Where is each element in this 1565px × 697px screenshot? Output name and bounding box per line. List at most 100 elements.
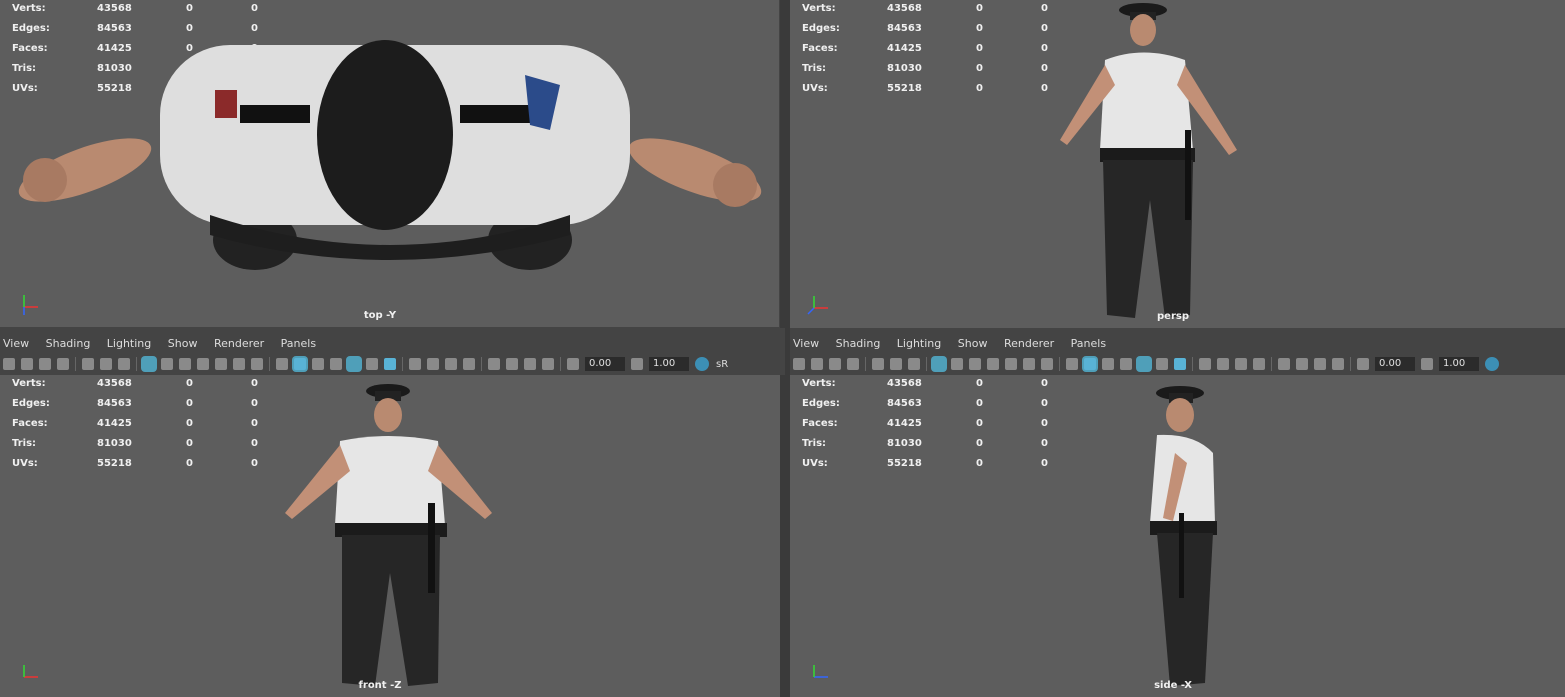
wireframe-on-shaded-icon[interactable]	[330, 358, 342, 370]
toolbar-separator	[560, 357, 561, 371]
camera-icon[interactable]	[3, 358, 15, 370]
default-material-icon[interactable]	[1102, 358, 1114, 370]
grid-icon[interactable]	[143, 358, 155, 370]
shadows-icon[interactable]	[384, 358, 396, 370]
menu-panels[interactable]: Panels	[1071, 337, 1106, 350]
field-chart-icon[interactable]	[1005, 358, 1017, 370]
image-plane-icon[interactable]	[847, 358, 859, 370]
depth-of-field-icon[interactable]	[463, 358, 475, 370]
smooth-shade-icon[interactable]	[294, 358, 306, 370]
stat-row-edges: Edges: 84563 0 0	[12, 398, 272, 418]
stat-label: Faces:	[802, 43, 838, 54]
image-plane-icon[interactable]	[57, 358, 69, 370]
character-model-side-view[interactable]	[1135, 383, 1225, 697]
stat-value: 0	[976, 378, 983, 389]
bookmark-icon[interactable]	[829, 358, 841, 370]
screen-space-ao-icon[interactable]	[409, 358, 421, 370]
stat-value: 0	[976, 63, 983, 74]
menu-shading[interactable]: Shading	[46, 337, 91, 350]
gamma-field[interactable]: 1.00	[1439, 357, 1479, 371]
smooth-shade-icon[interactable]	[1084, 358, 1096, 370]
menu-lighting[interactable]: Lighting	[897, 337, 941, 350]
gate-mask-icon[interactable]	[987, 358, 999, 370]
character-model-top-view[interactable]	[10, 35, 770, 285]
motion-blur-icon[interactable]	[427, 358, 439, 370]
grease-pencil-icon[interactable]	[872, 358, 884, 370]
resolution-gate-icon[interactable]	[969, 358, 981, 370]
wireframe-icon[interactable]	[276, 358, 288, 370]
motion-blur-icon[interactable]	[1217, 358, 1229, 370]
stat-value: 0	[251, 378, 258, 389]
color-management-icon[interactable]	[1485, 357, 1499, 371]
gate-mask-icon[interactable]	[197, 358, 209, 370]
wireframe-on-shaded-icon[interactable]	[1120, 358, 1132, 370]
xray-components-icon[interactable]	[542, 358, 554, 370]
xray-components-icon[interactable]	[1332, 358, 1344, 370]
view-transform-label[interactable]: sR	[716, 359, 728, 370]
menu-view[interactable]: View	[3, 337, 29, 350]
menu-view[interactable]: View	[793, 337, 819, 350]
exposure-icon[interactable]	[1357, 358, 1369, 370]
isolate-select-icon[interactable]	[1278, 358, 1290, 370]
shadows-icon[interactable]	[1174, 358, 1186, 370]
stat-row-tris: Tris:8103000	[802, 63, 1062, 83]
exposure-field[interactable]: 0.00	[1375, 357, 1415, 371]
viewport-persp[interactable]: Verts: 43568 0 0 Edges: 84563 0 0 Faces: 41425 0…	[790, 0, 1565, 328]
gamma-field[interactable]: 1.00	[649, 357, 689, 371]
xray-icon[interactable]	[1296, 358, 1308, 370]
wireframe-icon[interactable]	[1066, 358, 1078, 370]
camera-attributes-icon[interactable]	[21, 358, 33, 370]
xray-joints-icon[interactable]	[524, 358, 536, 370]
2d-pan-icon[interactable]	[118, 358, 130, 370]
anti-aliasing-icon[interactable]	[1235, 358, 1247, 370]
screen-space-ao-icon[interactable]	[1199, 358, 1211, 370]
menu-panels[interactable]: Panels	[281, 337, 316, 350]
safe-title-icon[interactable]	[251, 358, 263, 370]
resolution-gate-icon[interactable]	[179, 358, 191, 370]
viewport-front[interactable]: Verts: 43568 0 0 Edges: 84563 0 0 Faces: 41425 0…	[0, 375, 780, 697]
character-model-front-view[interactable]	[280, 383, 500, 697]
character-model-persp-view[interactable]	[1045, 0, 1265, 328]
menu-renderer[interactable]: Renderer	[1004, 337, 1054, 350]
film-gate-icon[interactable]	[161, 358, 173, 370]
lights-icon[interactable]	[1156, 358, 1168, 370]
camera-attributes-icon[interactable]	[811, 358, 823, 370]
isolate-select-icon[interactable]	[488, 358, 500, 370]
exposure-field[interactable]: 0.00	[585, 357, 625, 371]
film-gate-icon[interactable]	[951, 358, 963, 370]
grid-icon[interactable]	[933, 358, 945, 370]
gamma-icon[interactable]	[1421, 358, 1433, 370]
panel-toolbar: 0.00 1.00 sR	[0, 354, 785, 374]
grease-pencil-icon[interactable]	[82, 358, 94, 370]
menu-show[interactable]: Show	[958, 337, 988, 350]
safe-title-icon[interactable]	[1041, 358, 1053, 370]
safe-action-icon[interactable]	[233, 358, 245, 370]
viewport-top[interactable]: Verts: 43568 0 0 Edges: 84563 0 0 Faces: 41425 0…	[0, 0, 780, 328]
exposure-icon[interactable]	[567, 358, 579, 370]
stat-label: UVs:	[12, 458, 38, 469]
gamma-icon[interactable]	[631, 358, 643, 370]
menu-lighting[interactable]: Lighting	[107, 337, 151, 350]
stat-value: 81030	[97, 438, 132, 449]
textured-icon[interactable]	[348, 358, 360, 370]
default-material-icon[interactable]	[312, 358, 324, 370]
2d-pan-icon[interactable]	[908, 358, 920, 370]
anti-aliasing-icon[interactable]	[445, 358, 457, 370]
menu-shading[interactable]: Shading	[836, 337, 881, 350]
menu-renderer[interactable]: Renderer	[214, 337, 264, 350]
lights-icon[interactable]	[366, 358, 378, 370]
safe-action-icon[interactable]	[1023, 358, 1035, 370]
color-management-icon[interactable]	[695, 357, 709, 371]
stat-value: 0	[186, 418, 193, 429]
xray-icon[interactable]	[506, 358, 518, 370]
camera-icon[interactable]	[793, 358, 805, 370]
bookmark-icon[interactable]	[39, 358, 51, 370]
textured-icon[interactable]	[1138, 358, 1150, 370]
xray-joints-icon[interactable]	[1314, 358, 1326, 370]
pan-zoom-icon[interactable]	[890, 358, 902, 370]
field-chart-icon[interactable]	[215, 358, 227, 370]
depth-of-field-icon[interactable]	[1253, 358, 1265, 370]
pan-zoom-icon[interactable]	[100, 358, 112, 370]
viewport-side[interactable]: Verts: 43568 0 0 Edges: 84563 0 0 Faces: 41425 0…	[790, 375, 1565, 697]
menu-show[interactable]: Show	[168, 337, 198, 350]
